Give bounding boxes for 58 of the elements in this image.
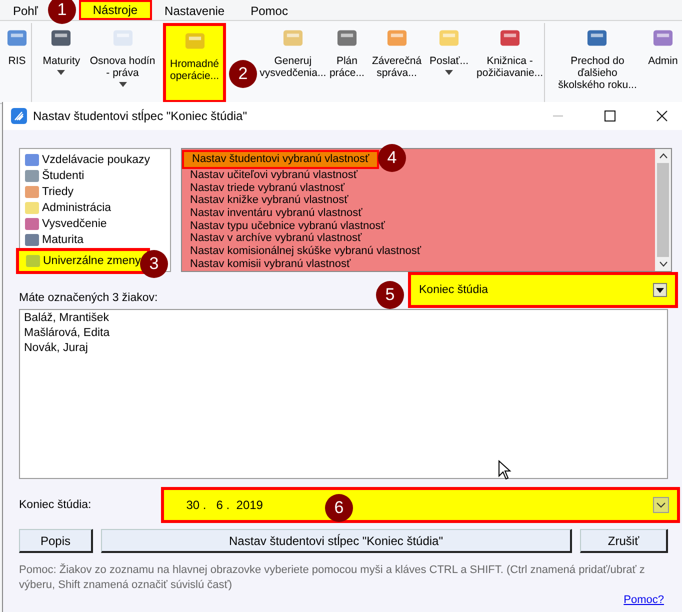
menu-tab[interactable]: Pomoc [238, 0, 301, 20]
ribbon-button[interactable]: Hromadné operácie... [163, 23, 226, 103]
dialog-button[interactable]: Nastav študentovi stĺpec "Koniec štúdia" [101, 529, 572, 553]
caret-icon [57, 70, 66, 75]
ribbon-button[interactable]: Poslať... [428, 23, 470, 103]
category-icon [24, 153, 40, 167]
list-item[interactable]: Nastav komisionálnej skúške vybranú vlastnosť [182, 245, 655, 258]
dialog-button[interactable]: Popis [19, 529, 93, 553]
help-link[interactable]: Pomoc? [19, 593, 664, 608]
tree-item[interactable]: Triedy [24, 184, 170, 200]
ribbon-button[interactable]: Maturity [41, 23, 82, 103]
ribbon-button[interactable]: Prechod do ďalšieho školského roku... [554, 23, 641, 103]
list-item[interactable]: Nastav typu učebnice vybranú vlastnosť [182, 220, 655, 232]
tree-item[interactable]: Univerzálne zmeny [16, 248, 150, 274]
property-dropdown[interactable]: Koniec štúdia [408, 272, 678, 308]
category-icon [25, 254, 41, 268]
category-icon [24, 169, 40, 183]
list-item[interactable]: Nastav knižke vybranú vlastnosť [182, 194, 655, 208]
menu-tab[interactable]: Nastavenie [152, 0, 238, 20]
list-item[interactable]: Nastav komisii vybranú vlastnosť [182, 258, 655, 270]
date-label: Koniec štúdia: [19, 499, 92, 511]
ribbon-button[interactable]: Admin [646, 23, 679, 103]
category-icon [24, 201, 40, 215]
help-text: Pomoc: Žiakov zo zoznamu na hlavnej obrazovke vyberiete pomocou myši a kláves CTRL a SHIFT. (Ctrl znamená pridať/ubrať z výberu, Shift znamená označiť súvislú časť) [19, 563, 646, 593]
dropdown-icon [653, 283, 667, 297]
student-name[interactable]: Mašlárová, Edita [24, 327, 663, 342]
tree-item[interactable]: Administrácia [24, 200, 170, 216]
list-item[interactable]: Nastav v archíve vybranú vlastnosť [182, 232, 655, 246]
list-item[interactable]: Nastav inventáru vybranú vlastnosť [182, 207, 655, 220]
tree-item[interactable]: Vysvedčenie [24, 216, 170, 232]
tree-item[interactable]: Maturita [24, 232, 170, 248]
close-icon[interactable] [656, 110, 668, 122]
category-icon [24, 217, 40, 231]
maximize-icon[interactable] [604, 110, 616, 122]
caret-icon [118, 82, 126, 87]
dropdown-icon[interactable] [653, 497, 669, 513]
student-name[interactable]: Novák, Juraj [24, 342, 663, 357]
ribbon-button[interactable]: Plán práce... [328, 23, 365, 103]
student-name[interactable]: Baláž, Mrantišek [24, 312, 663, 327]
selected-count-label: Máte označených 3 žiakov: [19, 292, 158, 306]
ribbon-button[interactable]: Osnova hodín - práva [88, 23, 158, 103]
ribbon-button[interactable]: Záverečná správa... [370, 23, 423, 103]
list-item[interactable]: Nastav učiteľovi vybranú vlastnosť [182, 169, 655, 182]
dialog-button[interactable]: Zrušiť [580, 529, 668, 553]
list-item[interactable]: Nastav triede vybranú vlastnosť [182, 182, 655, 194]
tree-item[interactable]: Vzdelávacie poukazy [24, 152, 170, 168]
menu-tab[interactable]: Pohľ [8, 0, 43, 20]
scroll-down-icon[interactable] [658, 261, 668, 267]
list-item[interactable]: Nastav študentovi vybranú vlastnosť [182, 150, 380, 169]
app-icon [11, 108, 27, 124]
category-icon [24, 185, 40, 199]
category-icon [24, 233, 40, 247]
menu-tab[interactable]: Nástroje [78, 0, 152, 20]
tree-item[interactable]: Študenti [24, 168, 170, 184]
scroll-up-icon[interactable] [658, 153, 668, 159]
scrollbar[interactable] [655, 149, 671, 271]
caret-icon [445, 70, 454, 75]
window-title: Nastav študentovi stĺpec "Koniec štúdia" [33, 109, 247, 123]
